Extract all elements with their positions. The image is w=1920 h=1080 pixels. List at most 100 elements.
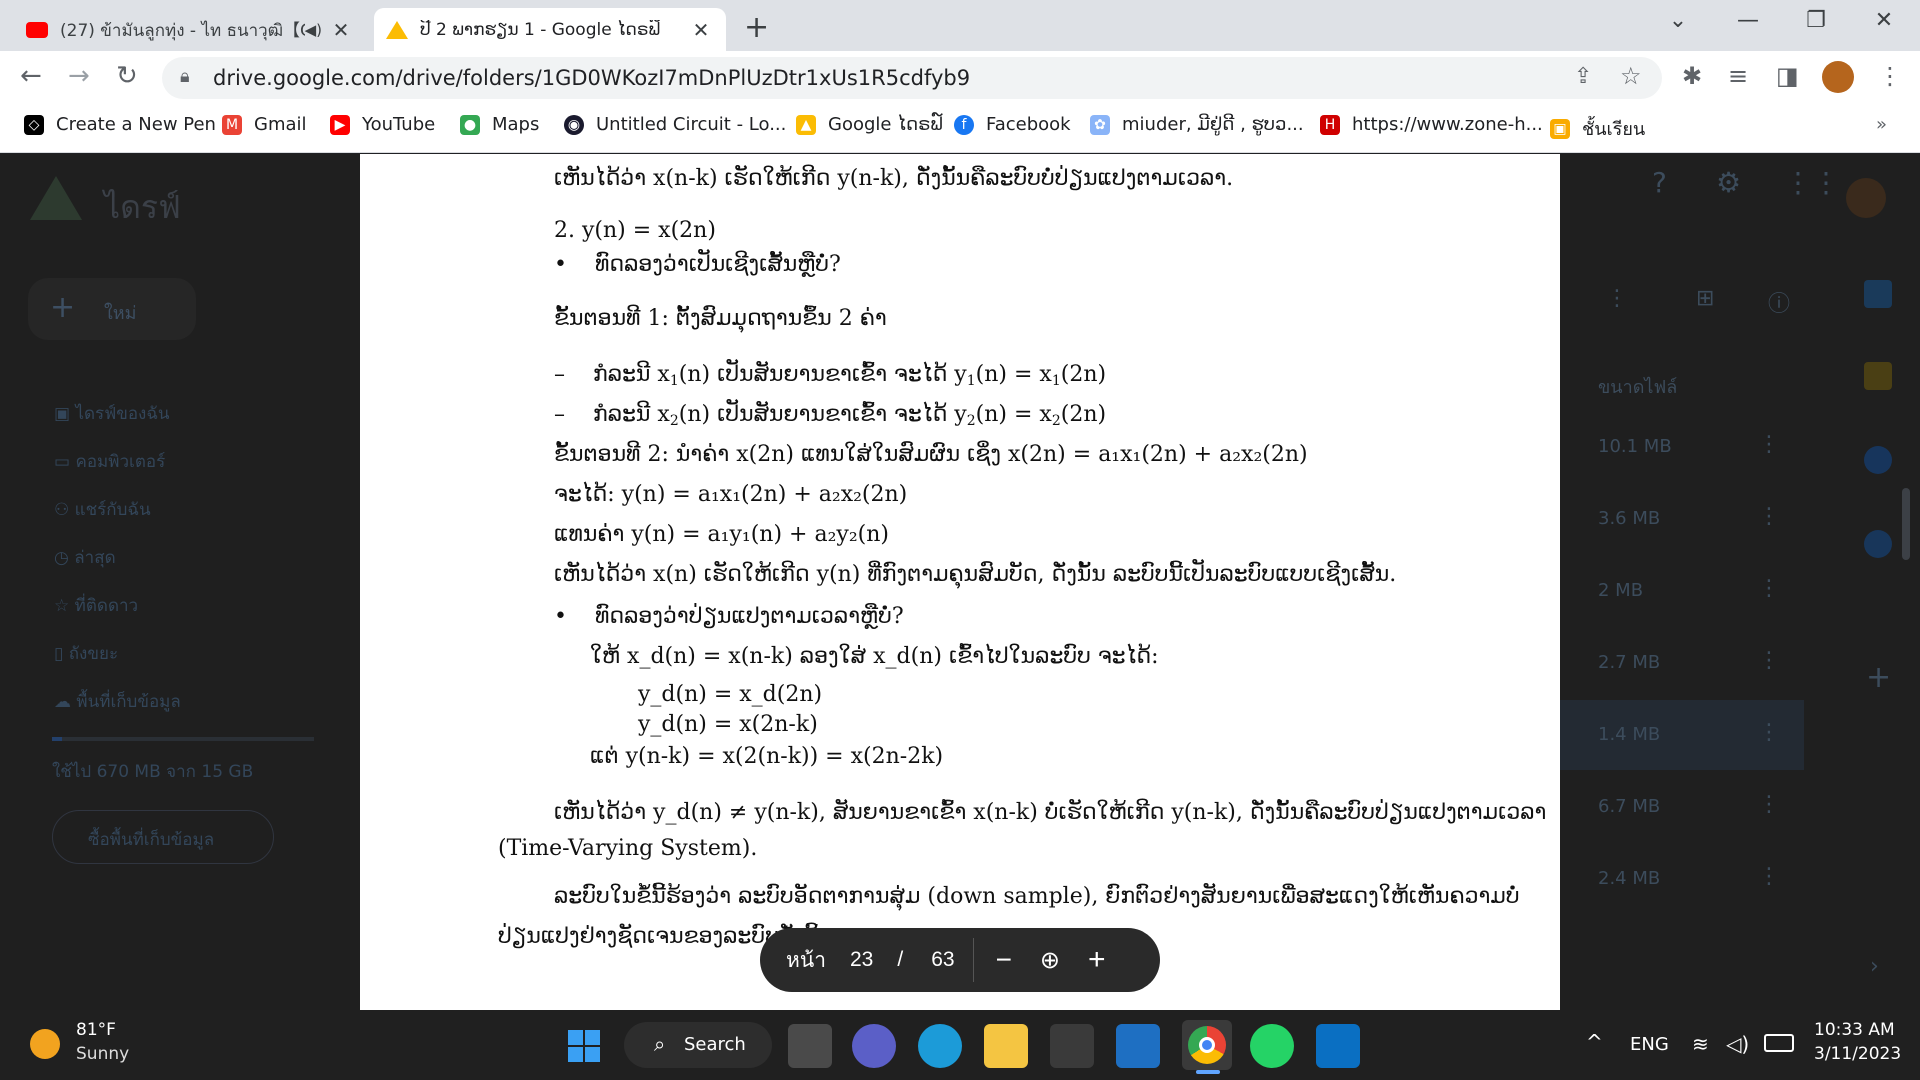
- grid-view-icon[interactable]: ⊞: [1696, 286, 1714, 311]
- bookmark-miuder[interactable]: ✿ miuder, ມີຢູ່ດີ , ຮູບວ...: [1090, 114, 1304, 135]
- tab-search-icon[interactable]: ⌄: [1658, 8, 1698, 33]
- bookmark-facebook[interactable]: f Facebook: [954, 114, 1071, 135]
- language-indicator[interactable]: ENG: [1630, 1034, 1669, 1055]
- microsoft-store-icon[interactable]: [1050, 1024, 1094, 1068]
- zoom-out-icon[interactable]: −: [996, 944, 1012, 976]
- start-button[interactable]: [562, 1024, 606, 1068]
- whatsapp-icon[interactable]: [1250, 1024, 1294, 1068]
- tab-drive[interactable]: ປີ 2 ພາກຮຽນ 1 - Google ໄດຣຟ໌ ✕: [374, 8, 726, 51]
- nav-recent[interactable]: ◷ ล่าสุด: [54, 544, 116, 571]
- profile-avatar[interactable]: [1822, 61, 1854, 93]
- zoom-icon[interactable]: ⊕: [1040, 946, 1060, 975]
- lock-icon[interactable]: 🔒︎: [180, 66, 190, 87]
- bookmark-circuit[interactable]: ◉ Untitled Circuit - Lo...: [564, 114, 786, 135]
- bookmark-codepen[interactable]: ◇ Create a New Pen: [24, 114, 216, 135]
- minimize-button[interactable]: —: [1728, 8, 1768, 33]
- contacts-icon[interactable]: [1864, 530, 1892, 558]
- close-tab-icon[interactable]: ✕: [688, 18, 714, 42]
- close-window-button[interactable]: ✕: [1864, 8, 1904, 33]
- speaker-icon[interactable]: ◀): [305, 21, 322, 39]
- nav-computers[interactable]: ▭ คอมพิวเตอร์: [54, 448, 165, 475]
- share-icon[interactable]: ⇪: [1574, 64, 1592, 89]
- side-panel-icon[interactable]: ◨: [1776, 62, 1799, 90]
- more-bookmarks-icon[interactable]: »: [1876, 114, 1887, 135]
- doc-bullet: • ທົດລອງວ່າເປັນເຊີງເສັ້ນຫຼືບໍ່?: [554, 252, 841, 277]
- storage-text: ใช้ไป 670 MB จาก 15 GB: [52, 762, 254, 782]
- page-control: หน้า 23 / 63 − ⊕ +: [760, 928, 1160, 992]
- new-tab-button[interactable]: +: [744, 10, 769, 45]
- battery-icon[interactable]: [1764, 1034, 1794, 1052]
- doc-case: – ກໍລະນີ x2(n) ເປັນສັນຍານຂາເຂົ້າ ຈະໄດ້ y…: [554, 402, 1107, 429]
- apps-icon[interactable]: ⋮⋮: [1784, 166, 1840, 199]
- zoom-in-icon[interactable]: +: [1088, 943, 1106, 977]
- volume-icon[interactable]: ◁): [1726, 1032, 1749, 1056]
- file-size: 2 MB: [1598, 580, 1644, 601]
- extensions-icon[interactable]: ✱: [1682, 62, 1702, 90]
- row-menu-icon[interactable]: ⋮: [1758, 504, 1780, 529]
- keep-icon[interactable]: [1864, 362, 1892, 390]
- nav-trash[interactable]: ▯ ถังขยะ: [54, 640, 118, 667]
- bookmark-youtube[interactable]: ▶ YouTube: [330, 114, 435, 135]
- youtube-icon: [26, 21, 48, 38]
- bookmark-maps[interactable]: ● Maps: [460, 114, 539, 135]
- add-addon-icon[interactable]: +: [1866, 660, 1891, 695]
- bookmark-star-icon[interactable]: ☆: [1620, 62, 1642, 90]
- bookmark-classroom[interactable]: ▣ ชั้นเรียน: [1550, 114, 1645, 143]
- vscode-icon[interactable]: [1316, 1024, 1360, 1068]
- nav-starred[interactable]: ☆ ที่ติดดาว: [54, 592, 138, 619]
- bookmark-gmail[interactable]: M Gmail: [222, 114, 307, 135]
- row-menu-icon[interactable]: ⋮: [1758, 864, 1780, 889]
- row-menu-icon[interactable]: ⋮: [1758, 792, 1780, 817]
- bookmark-zone-h[interactable]: Hhttps://www.zone-h...: [1320, 114, 1543, 135]
- menu-icon[interactable]: ⋮: [1878, 62, 1902, 90]
- account-avatar[interactable]: [1846, 178, 1886, 218]
- nav-storage[interactable]: ☁ พื้นที่เก็บข้อมูล: [54, 688, 181, 715]
- row-menu-icon[interactable]: ⋮: [1758, 648, 1780, 673]
- help-icon[interactable]: ?: [1652, 166, 1667, 199]
- notepad-icon[interactable]: [1116, 1024, 1160, 1068]
- more-actions-icon[interactable]: ⋮: [1606, 286, 1628, 311]
- media-control-icon[interactable]: ≡: [1728, 62, 1748, 90]
- tab-youtube[interactable]: (27) ข้ามันลูกทุ่ง - ไท ธนาวุฒิ【O ◀) ✕: [14, 8, 366, 51]
- back-button[interactable]: ←: [20, 61, 42, 91]
- scrollbar[interactable]: [1902, 488, 1910, 560]
- info-icon[interactable]: ⓘ: [1768, 286, 1790, 318]
- weather-text[interactable]: Sunny: [76, 1044, 129, 1064]
- clock-date[interactable]: 3/11/2023: [1814, 1044, 1901, 1064]
- nav-shared[interactable]: ⚇ แชร์กับฉัน: [54, 496, 151, 523]
- classroom-icon: ▣: [1550, 118, 1570, 139]
- maps-icon: ●: [460, 114, 480, 135]
- tasks-icon[interactable]: [1864, 446, 1892, 474]
- close-tab-icon[interactable]: ✕: [328, 18, 354, 42]
- teams-icon[interactable]: [852, 1024, 896, 1068]
- row-menu-icon[interactable]: ⋮: [1758, 720, 1780, 745]
- nav-my-drive[interactable]: ▣ ไดรฟ์ของฉัน: [54, 400, 170, 427]
- file-explorer-icon[interactable]: [984, 1024, 1028, 1068]
- reload-button[interactable]: ↻: [116, 61, 138, 91]
- youtube-icon: ▶: [330, 114, 350, 135]
- doc-line: ຂັ້ນຕອນທີ 1: ຕັ້ງສົມມຸດຖານຂຶ້ນ 2 ຄ່າ: [554, 306, 887, 331]
- edge-icon[interactable]: [918, 1024, 962, 1068]
- facebook-icon: f: [954, 114, 974, 135]
- weather-sun-icon[interactable]: [30, 1029, 60, 1059]
- doc-line: ລະບົບໃນຂໍ້ນີ້ຮ້ອງວ່າ ລະບົບອັດຕາການສຸ່ມ (…: [554, 884, 1520, 909]
- doc-line: y_d(n) = x(2n-k): [638, 712, 818, 737]
- buy-storage-label: ซื้อพื้นที่เก็บข้อมูล: [88, 830, 215, 850]
- show-hidden-icons[interactable]: ^: [1586, 1030, 1603, 1054]
- collapse-panel-icon[interactable]: ›: [1870, 954, 1879, 979]
- forward-button[interactable]: →: [68, 61, 90, 91]
- clock-time[interactable]: 10:33 AM: [1814, 1020, 1895, 1040]
- url-text[interactable]: drive.google.com/drive/folders/1GD0WKozI…: [213, 66, 970, 90]
- current-page-input[interactable]: 23: [850, 948, 873, 972]
- bookmark-drive[interactable]: ▲ Google ໄດຣຟ໌: [796, 114, 943, 135]
- wifi-icon[interactable]: ≋: [1692, 1032, 1709, 1056]
- calendar-icon[interactable]: [1864, 280, 1892, 308]
- weather-temp[interactable]: 81°F: [76, 1020, 116, 1040]
- search-label: Search: [684, 1034, 746, 1055]
- task-view-icon[interactable]: [788, 1024, 832, 1068]
- row-menu-icon[interactable]: ⋮: [1758, 432, 1780, 457]
- restore-button[interactable]: ❐: [1796, 8, 1836, 33]
- row-menu-icon[interactable]: ⋮: [1758, 576, 1780, 601]
- size-column-header[interactable]: ขนาดไฟล์: [1598, 372, 1677, 401]
- settings-icon[interactable]: ⚙: [1716, 166, 1741, 199]
